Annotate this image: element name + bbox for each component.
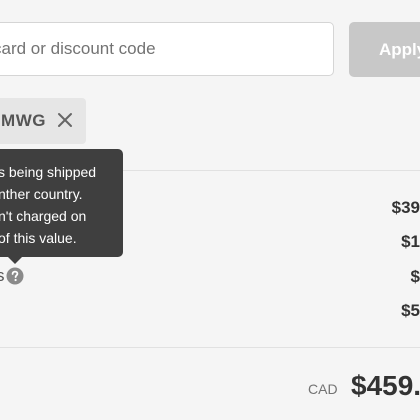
tooltip-line: of this value. bbox=[0, 230, 77, 246]
discount-code-input[interactable] bbox=[0, 22, 334, 76]
question-circle-icon[interactable] bbox=[6, 267, 24, 285]
duties-label: s bbox=[0, 266, 5, 285]
tooltip-line: n't charged on bbox=[0, 208, 87, 224]
total-amount: $459. bbox=[351, 370, 420, 401]
subtotal-value: $39 bbox=[391, 198, 420, 217]
tooltip-line: s being shipped bbox=[0, 164, 97, 180]
shipping-value: $1 bbox=[401, 232, 420, 251]
duties-info-tooltip: s being shipped nther country. n't charg… bbox=[0, 149, 123, 257]
tooltip-line: nther country. bbox=[0, 186, 83, 202]
close-icon[interactable] bbox=[56, 111, 74, 129]
taxes-value: $5 bbox=[401, 301, 420, 320]
duties-value: $ bbox=[410, 267, 420, 286]
discount-code-label: DMWG bbox=[0, 111, 46, 130]
total-currency: CAD bbox=[308, 381, 338, 397]
apply-discount-button[interactable]: Apply bbox=[349, 22, 420, 77]
order-summary-panel: Apply DMWG $39 $1 $ $5 s s being shipped… bbox=[0, 0, 420, 420]
summary-divider-bottom bbox=[0, 347, 420, 348]
applied-discount-tag: DMWG bbox=[0, 98, 86, 144]
tooltip-arrow bbox=[8, 257, 22, 264]
